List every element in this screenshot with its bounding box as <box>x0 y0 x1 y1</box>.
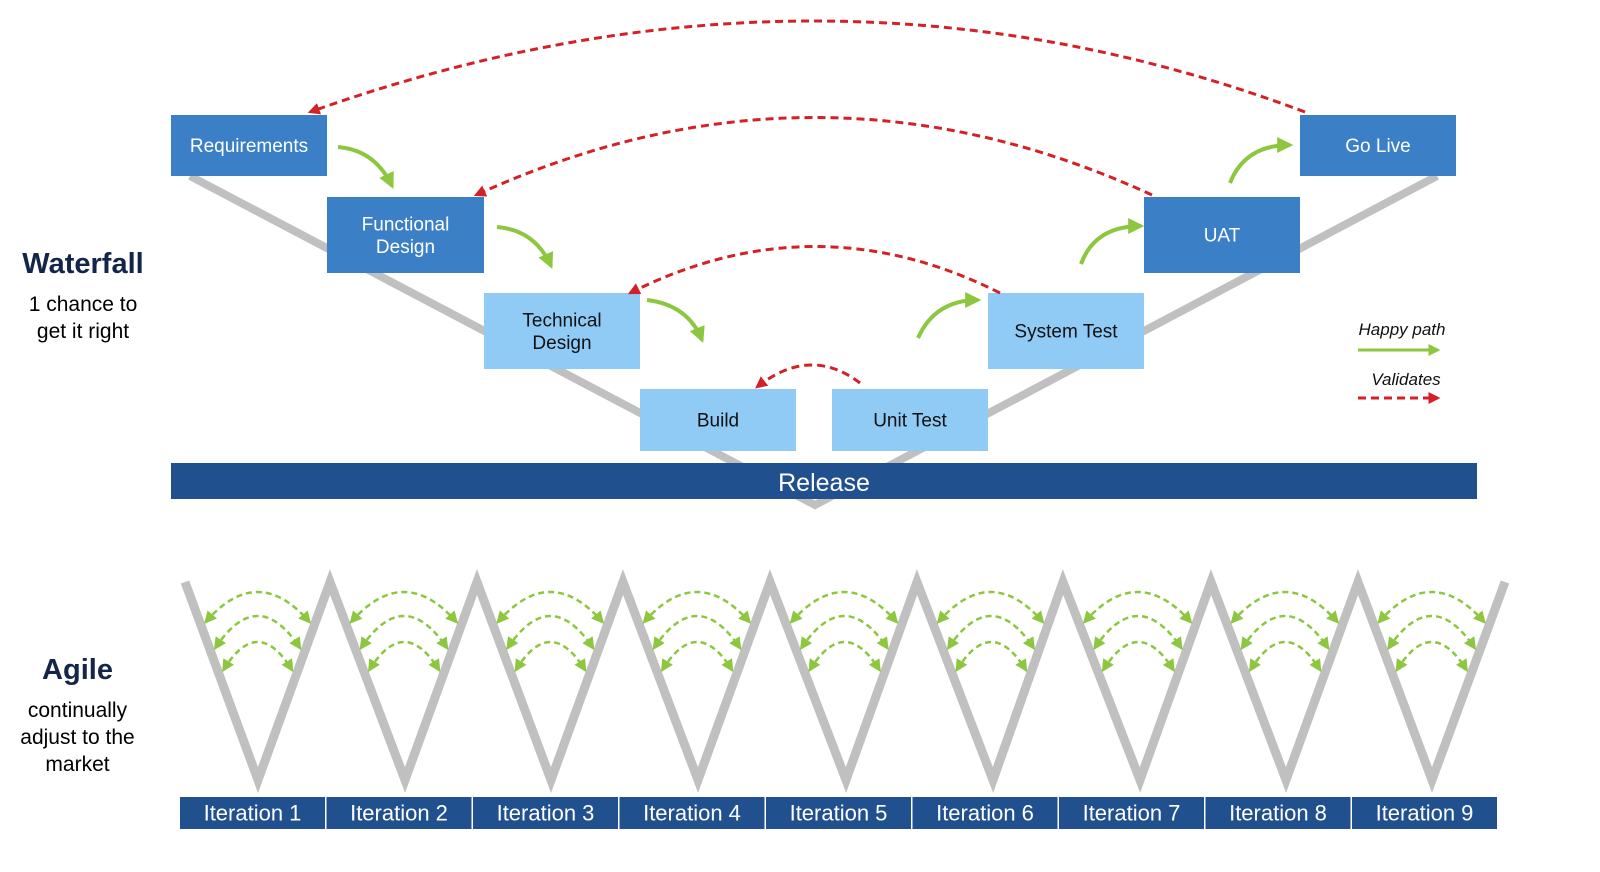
iteration-feedback-arrow <box>506 614 595 651</box>
stage-label-requirements: Requirements <box>190 136 308 157</box>
iteration-feedback-arrow <box>496 590 605 624</box>
iteration-feedback-arrow <box>1082 590 1193 624</box>
iteration-feedback-arrow <box>955 640 1028 673</box>
happy-path-arrow <box>337 145 394 189</box>
iteration-feedback-arrow <box>808 640 881 673</box>
iteration-feedback-arrow <box>1395 640 1468 673</box>
iteration-feedback-arrow <box>349 590 459 624</box>
iteration-feedback-arrow <box>368 640 441 673</box>
stage-label-technical-design: Technical Design <box>522 310 601 354</box>
stage-label-build: Build <box>697 411 739 432</box>
iteration-label-4: Iteration 4 <box>643 801 741 826</box>
iteration-feedback-arrow <box>799 614 889 651</box>
iteration-feedback-arrow <box>1230 590 1340 624</box>
validates-arrow-golive-to-requirements <box>307 19 1306 115</box>
happy-path-arrow <box>1228 137 1294 184</box>
stage-label-go-live: Go Live <box>1345 136 1410 157</box>
iteration-label-7: Iteration 7 <box>1083 801 1181 826</box>
legend-validates-label: Validates <box>1371 370 1441 389</box>
sdlc-diagram: RequirementsFunctional DesignTechnical Des… <box>171 19 1510 829</box>
iteration-feedback-arrow <box>359 614 449 651</box>
happy-path-arrow <box>916 292 982 339</box>
validates-arrow-systemtest-to-technical-design <box>627 245 1001 295</box>
iteration-label-9: Iteration 9 <box>1376 801 1474 826</box>
iteration-label-6: Iteration 6 <box>936 801 1034 826</box>
happy-path-arrow <box>1079 218 1145 265</box>
iteration-feedback-arrow <box>1240 614 1330 651</box>
iteration-feedback-arrow <box>222 640 294 673</box>
iteration-feedback-arrow <box>661 640 734 673</box>
legend-happy-path-label: Happy path <box>1359 320 1446 339</box>
iteration-label-2: Iteration 2 <box>350 801 448 826</box>
iteration-feedback-arrow <box>1101 640 1175 673</box>
iteration-feedback-arrow <box>1093 614 1183 651</box>
iteration-feedback-arrow <box>1387 614 1477 651</box>
iteration-label-5: Iteration 5 <box>790 801 888 826</box>
iteration-feedback-arrow <box>1249 640 1322 673</box>
agile-zigzag-line <box>180 568 1510 794</box>
stage-label-system-test: System Test <box>1014 322 1118 343</box>
iteration-feedback-arrow <box>652 614 742 651</box>
release-label: Release <box>778 469 870 497</box>
validates-arrow-unittest-to-build <box>755 363 861 389</box>
iteration-feedback-arrow <box>642 590 752 624</box>
stage-label-unit-test: Unit Test <box>873 411 947 432</box>
iteration-feedback-arrow <box>204 590 312 624</box>
iteration-feedback-arrow <box>936 590 1045 624</box>
validates-arrow-uat-to-functional-design <box>473 116 1153 197</box>
iteration-feedback-arrow <box>1377 590 1486 624</box>
happy-path-arrow <box>646 298 705 343</box>
iteration-feedback-arrow <box>514 640 587 673</box>
iteration-label-8: Iteration 8 <box>1229 801 1327 826</box>
iteration-feedback-arrow <box>789 590 899 624</box>
stage-label-uat: UAT <box>1204 226 1241 247</box>
iteration-label-3: Iteration 3 <box>497 801 595 826</box>
happy-path-arrow <box>496 225 554 269</box>
iteration-label-1: Iteration 1 <box>204 801 302 826</box>
